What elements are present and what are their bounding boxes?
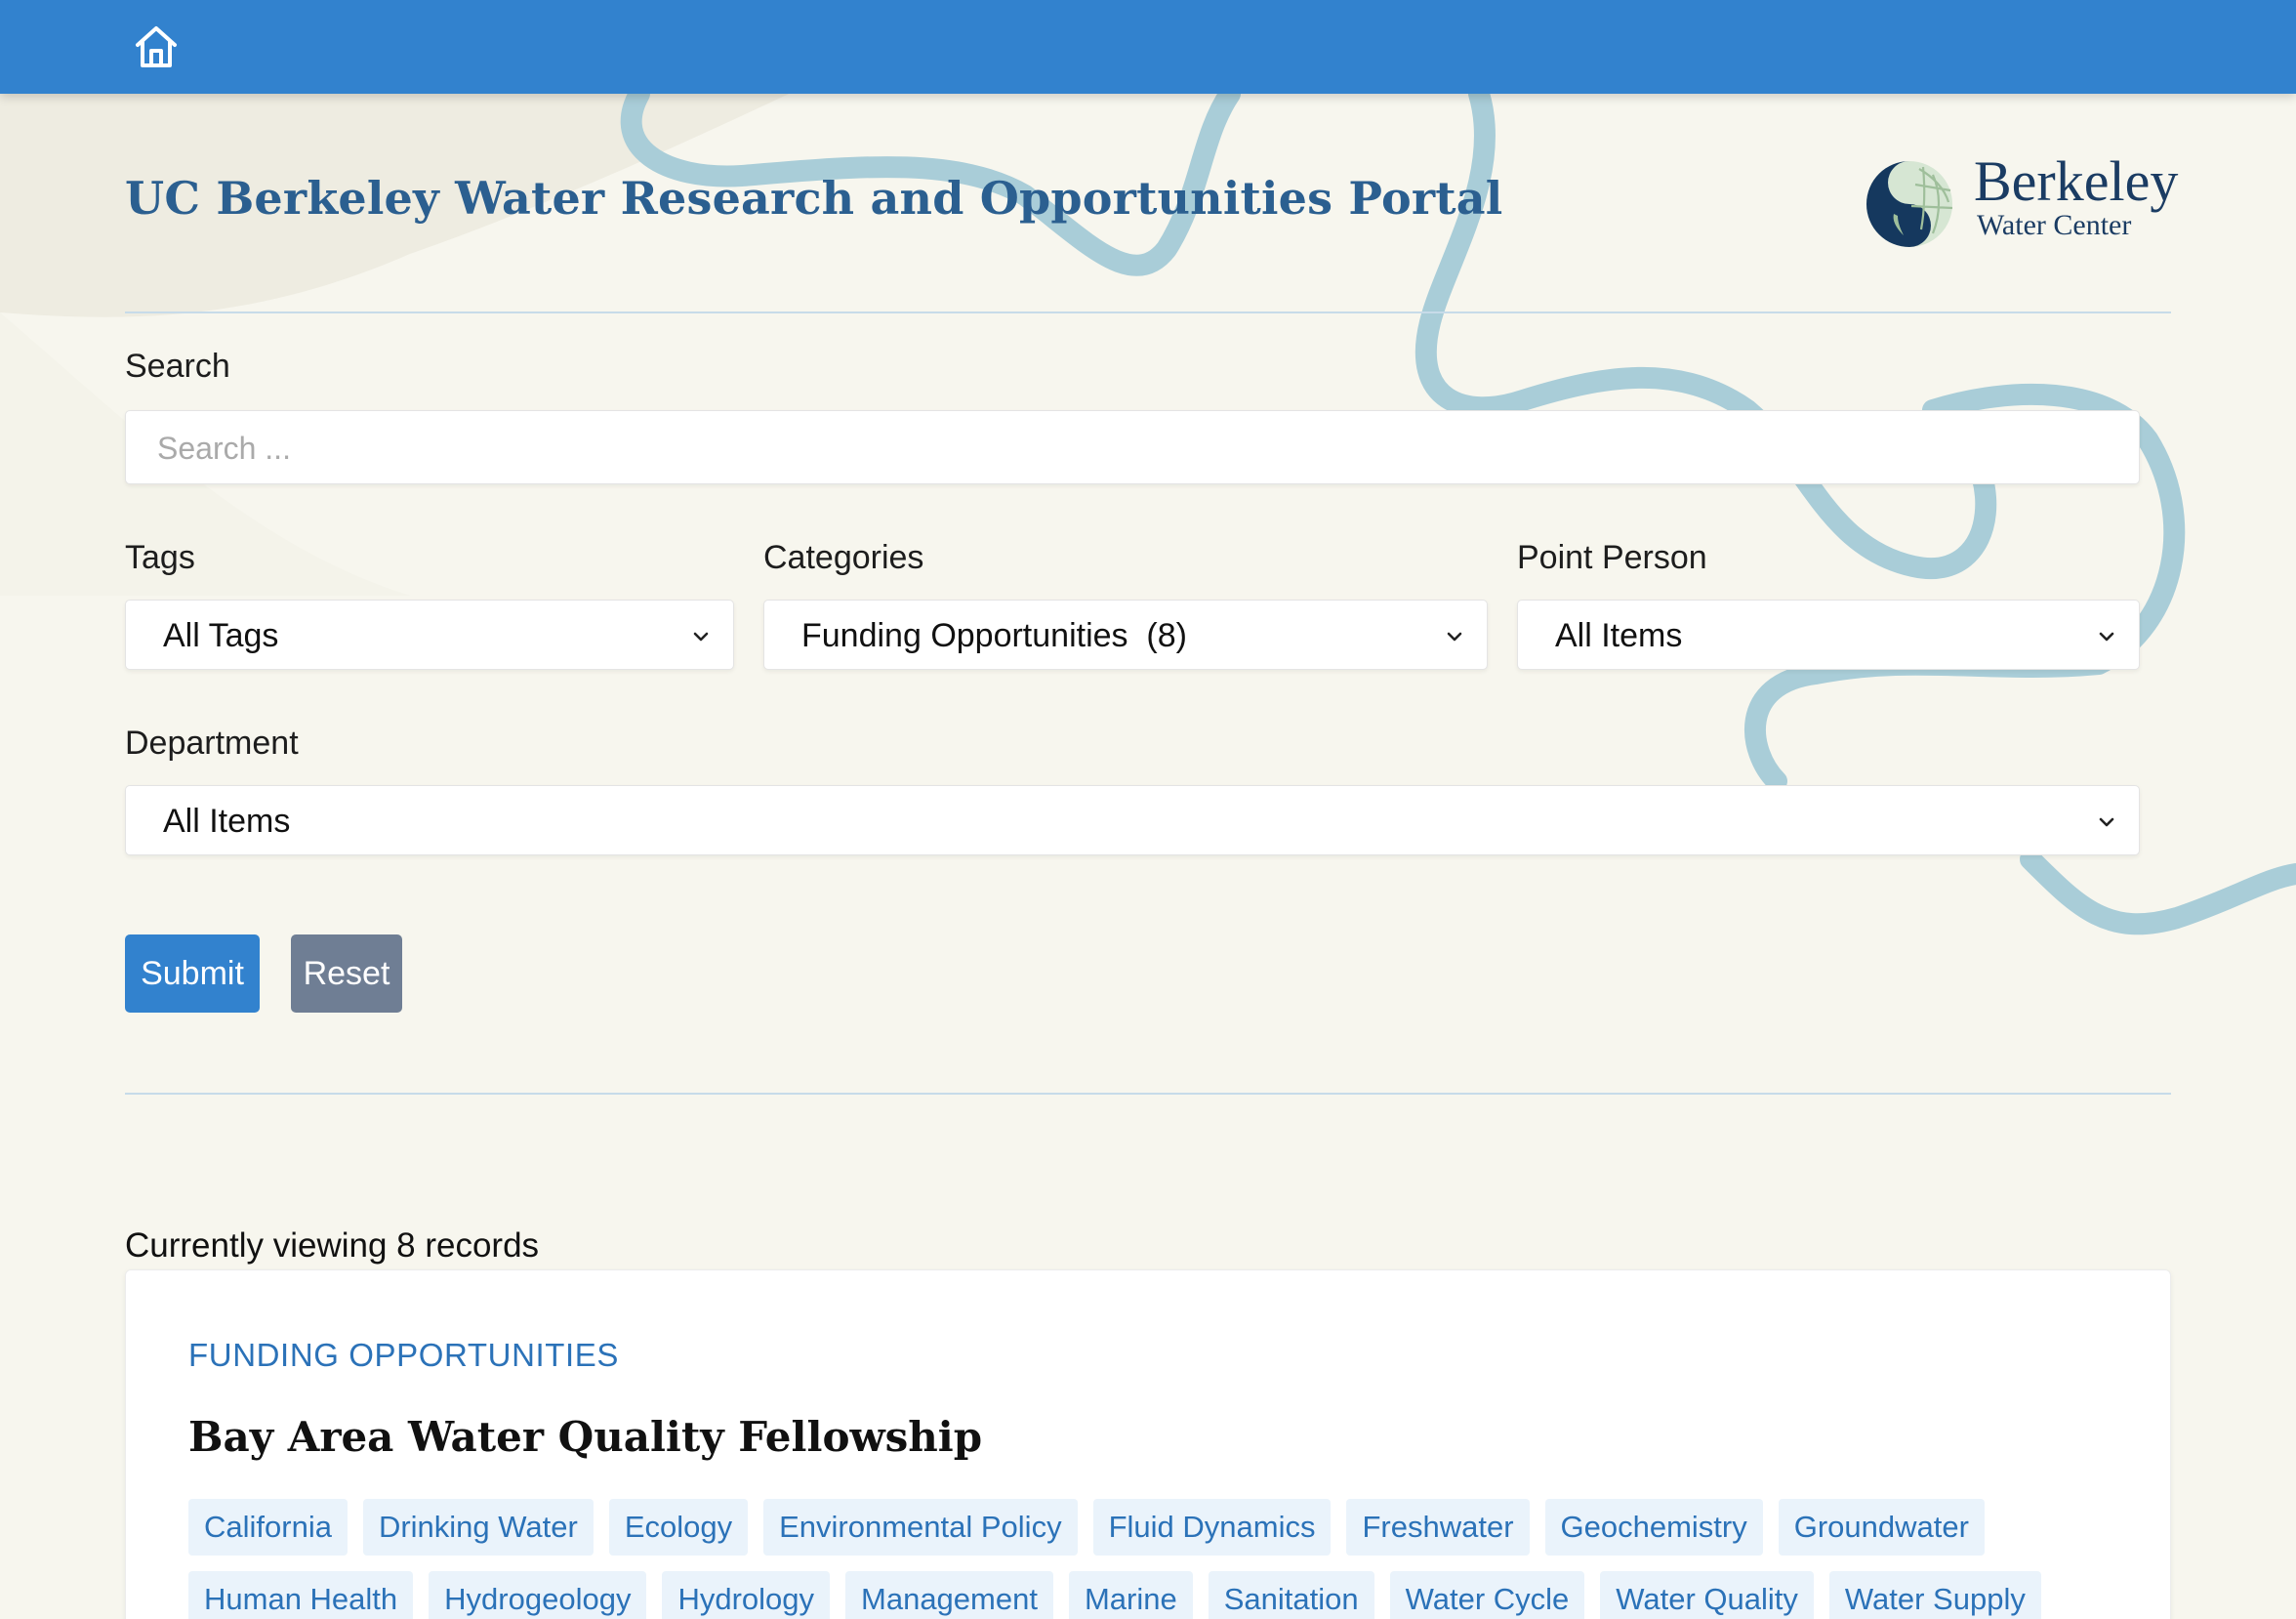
chevron-down-icon xyxy=(1447,632,1462,642)
tag[interactable]: Drinking Water xyxy=(362,1499,594,1556)
tags-label: Tags xyxy=(125,539,195,576)
page-title: UC Berkeley Water Research and Opportuni… xyxy=(125,172,1503,225)
card-title[interactable]: Bay Area Water Quality Fellowship xyxy=(188,1413,982,1461)
record-count: Currently viewing 8 records xyxy=(125,1226,540,1265)
card-category[interactable]: FUNDING OPPORTUNITIES xyxy=(188,1337,619,1374)
chevron-down-icon xyxy=(2099,817,2114,827)
top-navigation-bar xyxy=(0,0,2296,94)
tag[interactable]: Marine xyxy=(1068,1571,1193,1619)
logo-subtitle: Water Center xyxy=(1977,209,2132,241)
tag[interactable]: Ecology xyxy=(608,1499,749,1556)
tag[interactable]: Sanitation xyxy=(1208,1571,1374,1619)
point-person-select-value: All Items xyxy=(1555,617,1683,654)
tag-row: California Drinking Water Ecology Enviro… xyxy=(188,1499,2121,1556)
tag[interactable]: Geochemistry xyxy=(1544,1499,1763,1556)
categories-select-value: Funding Opportunities (8) xyxy=(801,617,1187,654)
department-select[interactable]: All Items xyxy=(125,785,2140,855)
logo-title: Berkeley xyxy=(1974,149,2179,213)
tag[interactable]: Environmental Policy xyxy=(763,1499,1078,1556)
point-person-label: Point Person xyxy=(1517,539,1707,576)
berkeley-water-center-logo[interactable]: Berkeley Water Center xyxy=(1865,149,2178,250)
tag-row: Human Health Hydrogeology Hydrology Mana… xyxy=(188,1571,2121,1619)
point-person-select[interactable]: All Items xyxy=(1517,600,2140,670)
tag[interactable]: Water Cycle xyxy=(1389,1571,1585,1619)
categories-label: Categories xyxy=(763,539,924,576)
submit-button[interactable]: Submit xyxy=(125,934,260,1013)
form-divider xyxy=(125,1093,2171,1095)
tag[interactable]: Freshwater xyxy=(1346,1499,1530,1556)
search-input[interactable]: Search ... xyxy=(125,410,2140,484)
main-content: UC Berkeley Water Research and Opportuni… xyxy=(0,0,2296,1619)
reset-button[interactable]: Reset xyxy=(291,934,402,1013)
chevron-down-icon xyxy=(2099,632,2114,642)
result-card: FUNDING OPPORTUNITIES Bay Area Water Qua… xyxy=(125,1269,2171,1619)
tag[interactable]: Hydrogeology xyxy=(429,1571,647,1619)
department-label: Department xyxy=(125,725,299,762)
logo-emblem-icon xyxy=(1866,161,1953,247)
tag[interactable]: Human Health xyxy=(188,1571,414,1619)
tags-select-value: All Tags xyxy=(163,617,279,654)
tag[interactable]: Management xyxy=(845,1571,1053,1619)
home-icon[interactable] xyxy=(131,21,182,72)
tag[interactable]: Water Supply xyxy=(1828,1571,2041,1619)
tag-list: California Drinking Water Ecology Enviro… xyxy=(188,1499,2121,1619)
header-divider xyxy=(125,311,2171,313)
search-label: Search xyxy=(125,348,230,385)
categories-select[interactable]: Funding Opportunities (8) xyxy=(763,600,1488,670)
chevron-down-icon xyxy=(693,632,709,642)
department-select-value: All Items xyxy=(163,803,291,840)
tag[interactable]: Fluid Dynamics xyxy=(1092,1499,1332,1556)
tags-select[interactable]: All Tags xyxy=(125,600,734,670)
tag[interactable]: Hydrology xyxy=(662,1571,831,1619)
tag[interactable]: California xyxy=(188,1499,348,1556)
tag[interactable]: Water Quality xyxy=(1600,1571,1814,1619)
tag[interactable]: Groundwater xyxy=(1778,1499,1985,1556)
